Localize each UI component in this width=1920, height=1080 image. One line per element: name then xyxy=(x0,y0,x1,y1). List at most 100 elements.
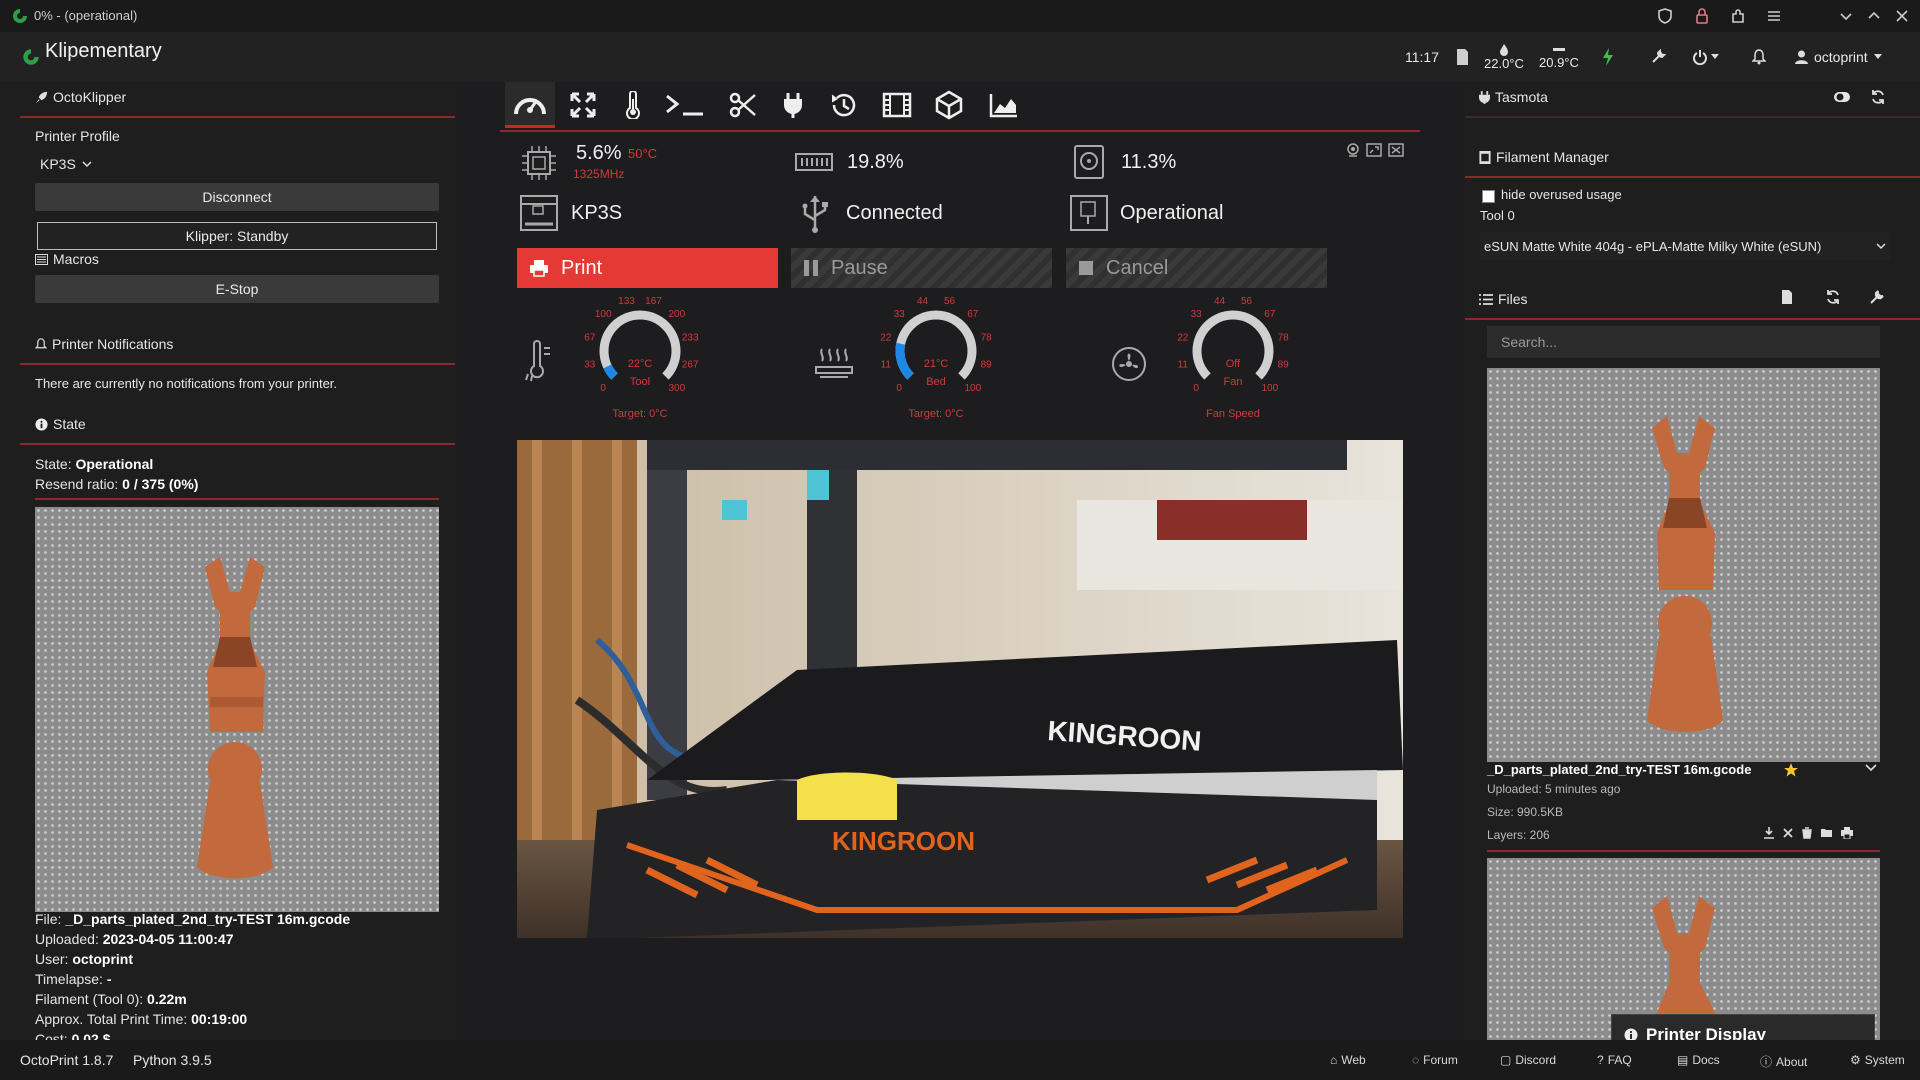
cpu-frequency: 1325MHz xyxy=(573,167,625,181)
print-button[interactable]: Print xyxy=(517,248,778,288)
tab-timelapse[interactable] xyxy=(868,82,926,128)
tool-label: Tool 0 xyxy=(1480,208,1515,223)
print-icon[interactable] xyxy=(1841,827,1853,839)
star-icon[interactable] xyxy=(1783,762,1799,778)
python-version: Python 3.9.5 xyxy=(133,1052,212,1068)
gauge-tick-label: 133 xyxy=(618,296,635,307)
chevron-down-icon[interactable] xyxy=(1836,6,1856,26)
thermometer-icon xyxy=(626,91,640,119)
file-name[interactable]: _D_parts_plated_2nd_try-TEST 16m.gcode xyxy=(1487,762,1751,777)
tab-gcode-cut[interactable] xyxy=(718,82,768,128)
estop-button[interactable]: E-Stop xyxy=(35,275,439,303)
bell-icon[interactable] xyxy=(1752,32,1766,82)
section-divider xyxy=(20,443,455,445)
tab-control[interactable] xyxy=(558,82,608,128)
tasmota-title: Tasmota xyxy=(1479,89,1548,105)
fan-icon xyxy=(1110,345,1148,383)
refresh-icon[interactable] xyxy=(1825,289,1841,305)
power-bolt-icon[interactable] xyxy=(1602,32,1614,82)
footer-link-web[interactable]: ⌂ Web xyxy=(1330,1053,1366,1067)
expand-icon[interactable] xyxy=(1388,143,1404,157)
plug-icon xyxy=(1479,90,1490,104)
file-thumbnail[interactable] xyxy=(1487,368,1880,762)
extension-lock-icon[interactable] xyxy=(1692,6,1712,26)
gauge-tick-label: 11 xyxy=(1178,360,1189,371)
print-time-line: Approx. Total Print Time: 00:19:00 xyxy=(35,1011,248,1027)
printer-profile-select[interactable]: KP3S xyxy=(40,156,92,172)
close-icon[interactable] xyxy=(1892,6,1912,26)
footer-link-forum[interactable]: ◌ Forum xyxy=(1412,1053,1458,1067)
cut-icon[interactable] xyxy=(1782,827,1794,839)
footer-link-faq[interactable]: ? FAQ xyxy=(1597,1053,1632,1067)
hide-overused-checkbox[interactable] xyxy=(1482,190,1495,203)
footer-link-about[interactable]: ⓘ About xyxy=(1760,1053,1807,1070)
puzzle-icon[interactable] xyxy=(1728,6,1748,26)
gauge-tick-label: 67 xyxy=(967,309,979,320)
download-icon[interactable] xyxy=(1763,827,1775,839)
sd-card-icon[interactable] xyxy=(1455,32,1469,82)
gauge-tick-label: 89 xyxy=(1278,360,1290,371)
top-navbar: Klipementary 11:17 22.0°C 20.9°C octopri… xyxy=(0,32,1920,82)
footer-link-discord[interactable]: ▢ Discord xyxy=(1500,1053,1556,1067)
footer-link-docs[interactable]: ▤ Docs xyxy=(1677,1053,1720,1067)
sd-card-icon[interactable] xyxy=(1780,289,1793,305)
tab-plugs[interactable] xyxy=(768,82,818,128)
user-menu[interactable]: octoprint xyxy=(1795,32,1882,82)
wrench-icon[interactable] xyxy=(1650,32,1666,82)
section-divider xyxy=(20,363,455,365)
tab-viewer[interactable] xyxy=(920,82,978,128)
fan-gauge-caption: Fan Speed xyxy=(1206,408,1260,420)
state-line: State: Operational xyxy=(35,456,154,472)
system-power-menu[interactable] xyxy=(1692,32,1719,82)
trash-icon[interactable] xyxy=(1801,827,1813,839)
caret-down-icon xyxy=(1711,54,1719,59)
gauge-tick-label: 67 xyxy=(584,333,596,344)
cancel-button[interactable]: Cancel xyxy=(1066,248,1327,288)
refresh-icon[interactable] xyxy=(1870,89,1886,105)
user-line: User: octoprint xyxy=(35,951,133,967)
printer-profile-label: Printer Profile xyxy=(35,128,120,144)
history-icon xyxy=(831,93,856,117)
tool-temp-gauge: 0 33 67 100 133 167 200 233 267 300 22°C Tool Tar… xyxy=(584,296,699,420)
webcam-toggle-icon[interactable] xyxy=(1346,143,1360,157)
printer-name: KP3S xyxy=(571,202,623,224)
tab-graph[interactable] xyxy=(975,82,1033,128)
list-icon xyxy=(35,253,48,265)
footer-link-system[interactable]: ⚙ System xyxy=(1850,1053,1905,1067)
brand-name[interactable]: Klipementary xyxy=(45,40,162,63)
klipper-status-button[interactable]: Klipper: Standby xyxy=(37,222,437,250)
fullscreen-icon[interactable] xyxy=(1366,143,1382,157)
webcam-stream[interactable]: KINGROON KINGROON xyxy=(517,440,1403,938)
hide-overused-label: hide overused usage xyxy=(1501,187,1622,202)
wrench-icon[interactable] xyxy=(1869,289,1885,305)
bed-temp-indicator[interactable]: 20.9°C xyxy=(1539,32,1579,82)
file-line: File: _D_parts_plated_2nd_try-TEST 16m.g… xyxy=(35,911,351,927)
maximize-icon[interactable] xyxy=(1864,6,1884,26)
arrows-expand-icon xyxy=(570,92,596,118)
user-icon xyxy=(1795,50,1808,64)
folder-open-icon[interactable] xyxy=(1820,827,1834,839)
tab-history[interactable] xyxy=(818,82,868,128)
file-search-input[interactable]: Search... xyxy=(1487,326,1880,358)
gauge-tick-label: 300 xyxy=(668,383,685,394)
gauge-tick-label: 56 xyxy=(944,296,956,307)
terminal-icon xyxy=(666,94,703,116)
info-icon xyxy=(35,417,48,431)
heated-bed-icon xyxy=(814,345,854,381)
tab-dashboard[interactable] xyxy=(505,82,555,128)
tool-temp-indicator[interactable]: 22.0°C xyxy=(1484,32,1524,82)
disconnect-button[interactable]: Disconnect xyxy=(35,183,439,211)
printed-part-render xyxy=(197,557,273,879)
flame-icon xyxy=(1499,43,1508,56)
spool-select[interactable]: eSUN Matte White 404g - ePLA-Matte Milky… xyxy=(1480,232,1890,260)
pause-button[interactable]: Pause xyxy=(791,248,1052,288)
tab-terminal[interactable] xyxy=(655,82,715,128)
gauge-tick-label: 78 xyxy=(1278,333,1290,344)
chevron-down-icon[interactable] xyxy=(1865,764,1877,772)
toggle-icon[interactable] xyxy=(1833,90,1851,104)
tab-temperature[interactable] xyxy=(608,82,658,128)
file-thumbnail-2[interactable] xyxy=(1487,858,1880,1040)
shield-icon[interactable] xyxy=(1655,6,1675,26)
menu-icon[interactable] xyxy=(1764,6,1784,26)
notifications-text: There are currently no notifications fro… xyxy=(35,376,338,391)
